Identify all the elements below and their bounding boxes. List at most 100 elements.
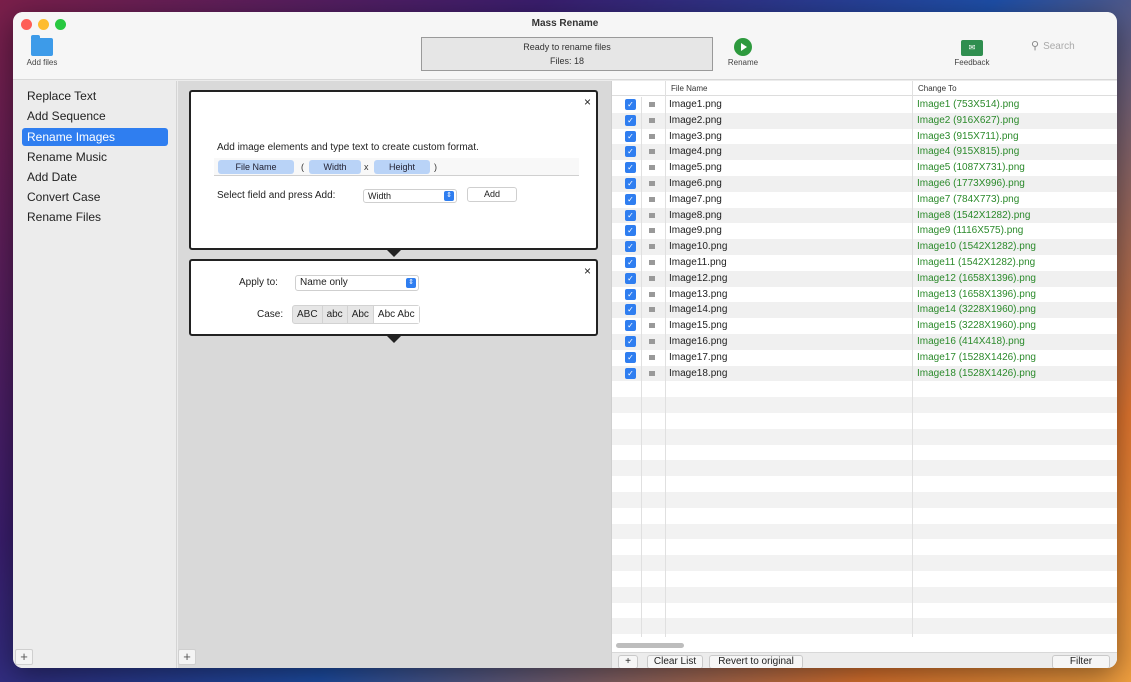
- clear-list-button[interactable]: Clear List: [647, 655, 703, 668]
- empty-row: [612, 523, 1117, 540]
- checkbox[interactable]: ✓: [625, 162, 636, 174]
- field-select[interactable]: Width ⇕: [363, 189, 457, 203]
- checkbox[interactable]: ✓: [625, 193, 636, 205]
- checkbox[interactable]: ✓: [625, 114, 636, 126]
- checkbox[interactable]: ✓: [625, 351, 636, 363]
- case-sentence-button[interactable]: Abc: [348, 306, 374, 323]
- horizontal-scrollbar[interactable]: [616, 643, 684, 648]
- table-row[interactable]: ✓ Image2.png Image2 (916X627).png: [612, 112, 1117, 129]
- sidebar-item-rename-images[interactable]: Rename Images: [22, 128, 168, 146]
- table-row[interactable]: ✓ Image7.png Image7 (784X773).png: [612, 192, 1117, 208]
- feedback-button[interactable]: ✉ Feedback: [945, 40, 999, 67]
- image-thumbnail-icon: [649, 133, 655, 139]
- folder-icon: [31, 35, 53, 56]
- table-row[interactable]: ✓ Image8.png Image8 (1542X1282).png: [612, 207, 1117, 224]
- token-height[interactable]: Height: [374, 160, 430, 174]
- table-row[interactable]: ✓ Image11.png Image11 (1542X1282).png: [612, 255, 1117, 271]
- checkbox[interactable]: ✓: [625, 225, 636, 237]
- sidebar-item-convert-case[interactable]: Convert Case: [22, 188, 168, 206]
- window-title: Mass Rename: [531, 18, 599, 29]
- image-thumbnail-icon: [649, 323, 655, 329]
- checkbox[interactable]: ✓: [625, 272, 636, 284]
- add-action-button[interactable]: +: [178, 649, 196, 665]
- sidebar-item-rename-music[interactable]: Rename Music: [22, 148, 168, 166]
- empty-row: [612, 445, 1117, 461]
- sidebar-add-button[interactable]: +: [15, 649, 33, 665]
- app-window: Mass Rename Add files Ready to rename fi…: [13, 12, 1117, 668]
- status-display: Ready to rename files Files: 18: [421, 37, 713, 71]
- sidebar-item-replace-text[interactable]: Replace Text: [22, 87, 168, 105]
- revert-button[interactable]: Revert to original: [709, 655, 803, 668]
- table-row[interactable]: ✓ Image9.png Image9 (1116X575).png: [612, 223, 1117, 239]
- close-icon[interactable]: ×: [584, 95, 591, 109]
- table-row[interactable]: ✓ Image17.png Image17 (1528X1426).png: [612, 350, 1117, 366]
- empty-row: [612, 413, 1117, 429]
- checkbox[interactable]: ✓: [625, 209, 636, 221]
- sidebar-item-rename-files[interactable]: Rename Files: [22, 208, 168, 226]
- chevron-updown-icon: ⇕: [444, 191, 454, 201]
- file-name-cell: Image8.png: [669, 209, 722, 221]
- change-to-cell: Image7 (784X773).png: [917, 193, 1020, 205]
- search-field[interactable]: ⚲ Search: [1031, 39, 1109, 55]
- token-width[interactable]: Width: [309, 160, 361, 174]
- table-row[interactable]: ✓ Image3.png Image3 (915X711).png: [612, 129, 1117, 145]
- change-to-cell: Image10 (1542X1282).png: [917, 241, 1036, 253]
- close-icon[interactable]: ×: [584, 264, 591, 278]
- table-row[interactable]: ✓ Image5.png Image5 (1087X731).png: [612, 160, 1117, 176]
- table-row[interactable]: ✓ Image1.png Image1 (753X514).png: [612, 97, 1117, 113]
- table-row[interactable]: ✓ Image18.png Image18 (1528X1426).png: [612, 365, 1117, 382]
- add-element-button[interactable]: Add: [467, 187, 517, 202]
- image-thumbnail-icon: [649, 354, 655, 360]
- column-divider: [912, 81, 913, 637]
- file-name-cell: Image3.png: [669, 130, 722, 142]
- case-title-button[interactable]: Abc Abc: [373, 306, 419, 323]
- table-row[interactable]: ✓ Image6.png Image6 (1773X996).png: [612, 175, 1117, 192]
- table-row[interactable]: ✓ Image16.png Image16 (414X418).png: [612, 333, 1117, 350]
- add-file-button[interactable]: +: [618, 655, 638, 668]
- checkbox[interactable]: ✓: [625, 304, 636, 316]
- image-thumbnail-icon: [649, 196, 655, 202]
- case-upper-button[interactable]: ABC: [293, 306, 323, 323]
- table-row[interactable]: ✓ Image12.png Image12 (1658X1396).png: [612, 270, 1117, 287]
- add-files-button[interactable]: Add files: [21, 35, 63, 67]
- format-field[interactable]: File Name ( Width x Height ): [214, 158, 579, 176]
- case-lower-button[interactable]: abc: [323, 306, 348, 323]
- checkbox[interactable]: ✓: [625, 320, 636, 332]
- checkbox[interactable]: ✓: [625, 146, 636, 158]
- sidebar-item-add-date[interactable]: Add Date: [22, 168, 168, 186]
- checkbox[interactable]: ✓: [625, 335, 636, 347]
- table-row[interactable]: ✓ Image14.png Image14 (3228X1960).png: [612, 302, 1117, 319]
- sidebar: Replace Text Add Sequence Rename Images …: [13, 81, 177, 668]
- rename-button[interactable]: Rename: [721, 38, 765, 67]
- file-name-cell: Image7.png: [669, 193, 722, 205]
- checkbox[interactable]: ✓: [625, 367, 636, 379]
- checkbox[interactable]: ✓: [625, 130, 636, 142]
- apply-to-select[interactable]: Name only ⇕: [295, 275, 419, 291]
- filter-button[interactable]: Filter: [1052, 655, 1110, 668]
- change-to-cell: Image16 (414X418).png: [917, 335, 1025, 347]
- image-thumbnail-icon: [649, 338, 655, 344]
- empty-row: [612, 476, 1117, 492]
- file-name-cell: Image6.png: [669, 177, 722, 189]
- change-to-cell: Image17 (1528X1426).png: [917, 351, 1036, 363]
- table-row[interactable]: ✓ Image4.png Image4 (915X815).png: [612, 144, 1117, 161]
- column-file-name[interactable]: File Name: [671, 84, 707, 93]
- checkbox[interactable]: ✓: [625, 288, 636, 300]
- token-file-name[interactable]: File Name: [218, 160, 294, 174]
- table-row[interactable]: ✓ Image10.png Image10 (1542X1282).png: [612, 239, 1117, 255]
- change-to-cell: Image15 (3228X1960).png: [917, 320, 1036, 332]
- sidebar-item-add-sequence[interactable]: Add Sequence: [22, 107, 168, 125]
- file-name-cell: Image2.png: [669, 114, 722, 126]
- column-change-to[interactable]: Change To: [918, 84, 957, 93]
- file-name-cell: Image5.png: [669, 162, 722, 174]
- file-name-cell: Image4.png: [669, 146, 722, 158]
- image-thumbnail-icon: [649, 259, 655, 265]
- table-row[interactable]: ✓ Image13.png Image13 (1658X1396).png: [612, 287, 1117, 303]
- checkbox[interactable]: ✓: [625, 241, 636, 253]
- checkbox[interactable]: ✓: [625, 256, 636, 268]
- checkbox[interactable]: ✓: [625, 99, 636, 110]
- image-thumbnail-icon: [649, 307, 655, 313]
- checkbox[interactable]: ✓: [625, 177, 636, 189]
- table-row[interactable]: ✓ Image15.png Image15 (3228X1960).png: [612, 318, 1117, 334]
- file-name-cell: Image15.png: [669, 320, 728, 332]
